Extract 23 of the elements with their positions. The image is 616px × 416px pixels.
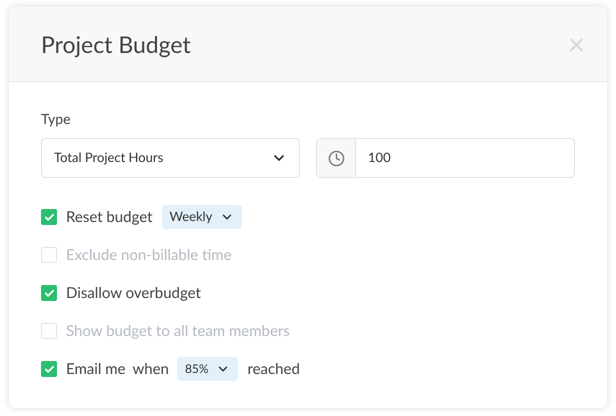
checkbox[interactable]: [41, 247, 57, 263]
clock-icon: [328, 150, 344, 166]
option-label: Email me: [66, 358, 126, 380]
type-select[interactable]: Total Project Hours: [41, 138, 300, 178]
dialog-title: Project Budget: [41, 28, 191, 60]
check-icon: [44, 288, 54, 298]
checkbox[interactable]: [41, 361, 57, 377]
check-icon: [44, 212, 54, 222]
checkbox[interactable]: [41, 285, 57, 301]
checkbox[interactable]: [41, 209, 57, 225]
amount-field[interactable]: 100: [316, 138, 575, 178]
dropdown[interactable]: Weekly: [162, 205, 242, 229]
checkbox[interactable]: [41, 323, 57, 339]
option-label: Disallow overbudget: [66, 282, 201, 304]
option-label: Show budget to all team members: [66, 320, 290, 342]
option-label: Reset budget: [66, 206, 152, 228]
amount-input[interactable]: 100: [356, 139, 574, 177]
option-label: Exclude non-billable time: [66, 244, 232, 266]
dropdown[interactable]: 85%: [176, 357, 238, 381]
field-label: Type: [41, 109, 72, 129]
option-label: reached: [247, 358, 300, 380]
option-label: when: [132, 358, 169, 380]
check-icon: [44, 364, 54, 374]
